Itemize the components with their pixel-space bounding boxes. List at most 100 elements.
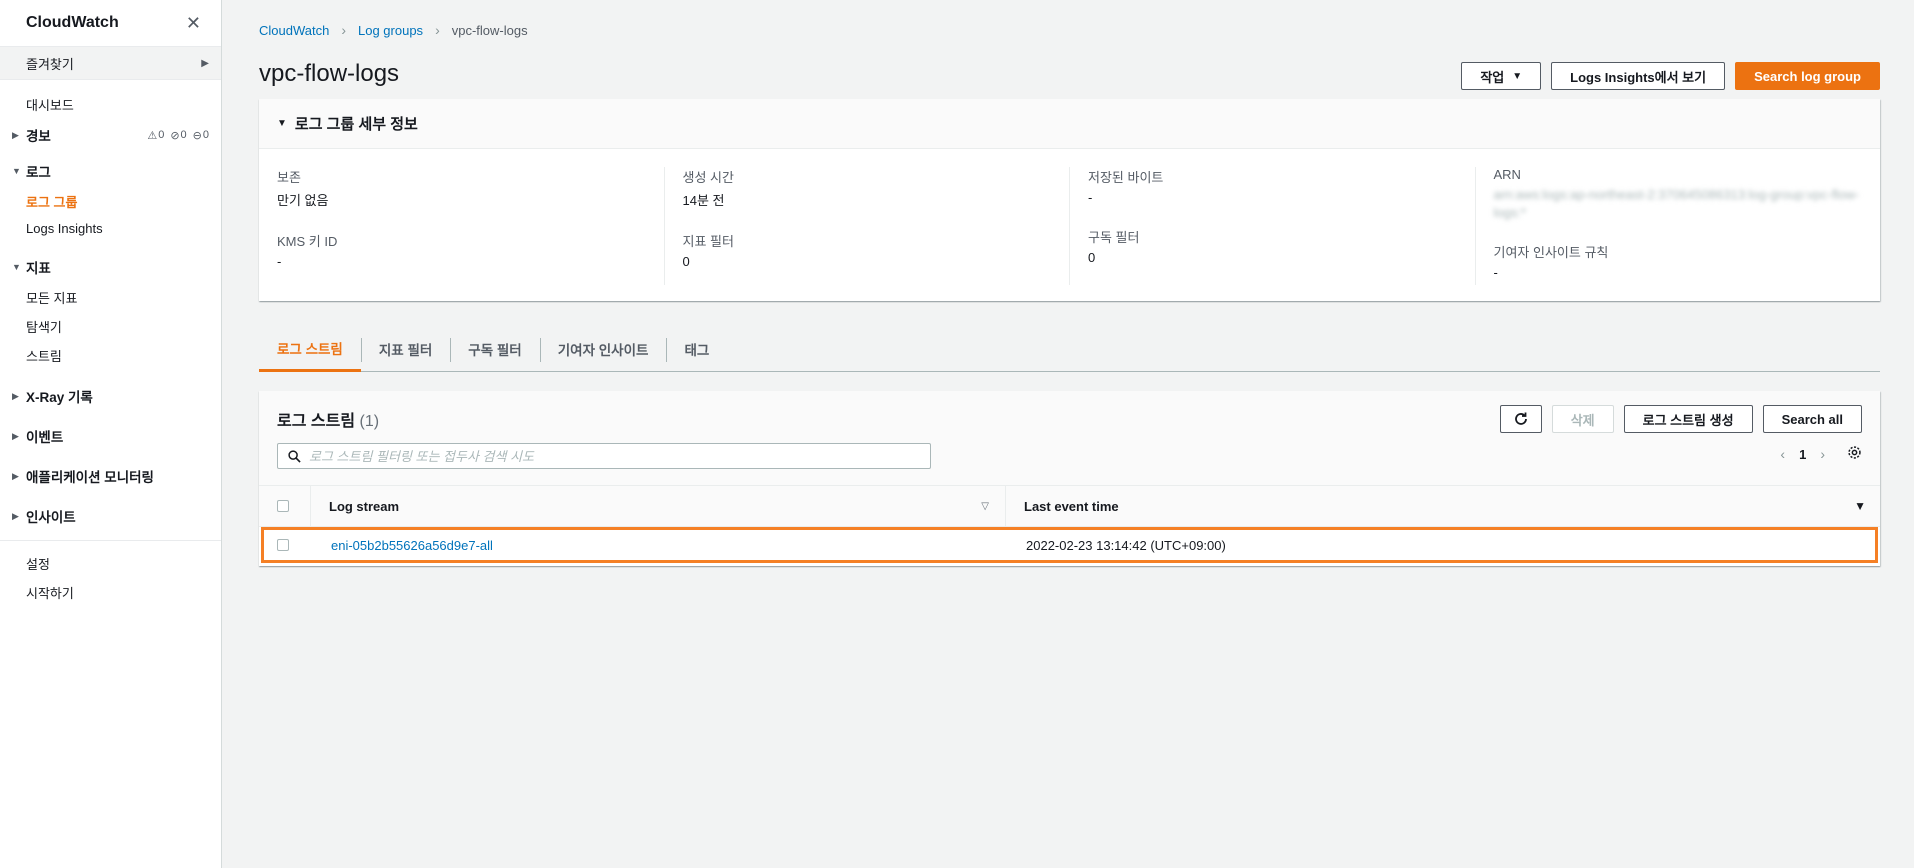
log-streams-title: 로그 스트림 (1) xyxy=(277,407,379,431)
sidebar-item-log-groups[interactable]: 로그 그룹 xyxy=(0,187,221,216)
sidebar-item-dashboard[interactable]: 대시보드 xyxy=(0,90,221,119)
tab-log-streams[interactable]: 로그 스트림 xyxy=(259,326,361,372)
chevron-right-icon: › xyxy=(435,22,440,38)
caret-right-icon: ▶ xyxy=(12,390,19,401)
alarm-count: 0 xyxy=(158,129,165,141)
search-all-button[interactable]: Search all xyxy=(1762,405,1862,433)
sidebar-item-explorer[interactable]: 탐색기 xyxy=(0,312,221,341)
details-header[interactable]: ▼ 로그 그룹 세부 정보 xyxy=(259,99,1880,149)
tab-subscription-filters[interactable]: 구독 필터 xyxy=(450,326,539,372)
arn-label: ARN xyxy=(1493,167,1521,182)
sidebar-section-label: 지표 xyxy=(26,261,51,276)
log-group-details-panel: ▼ 로그 그룹 세부 정보 보존 만기 없음 KMS 키 ID - 생성 시간 … xyxy=(259,99,1880,301)
alarm-ok-count: ⊘ 0 xyxy=(170,129,186,142)
details-grid: 보존 만기 없음 KMS 키 ID - 생성 시간 14분 전 지표 필터 0 … xyxy=(259,149,1880,285)
row-checkbox[interactable] xyxy=(277,539,289,551)
column-header-log-stream[interactable]: Log stream ▽ xyxy=(310,486,1005,526)
details-column: ARN arn:aws:logs:ap-northeast-2:37064508… xyxy=(1474,167,1881,285)
select-all-checkbox[interactable] xyxy=(277,500,289,512)
settings-gear-icon[interactable] xyxy=(1847,445,1862,463)
delete-button[interactable]: 삭제 xyxy=(1551,405,1614,433)
select-all-cell xyxy=(259,486,310,526)
log-streams-count: (1) xyxy=(359,413,380,430)
sidebar-section-label: 이벤트 xyxy=(26,430,64,445)
row-checkbox-cell xyxy=(264,539,313,551)
sidebar-favorites[interactable]: 즐겨찾기 ▶ xyxy=(0,46,221,80)
page-title: vpc-flow-logs xyxy=(259,60,400,87)
log-stream-cell: eni-05b2b55626a56d9e7-all xyxy=(313,538,1008,553)
favorites-label: 즐겨찾기 xyxy=(26,56,74,72)
log-streams-header: 로그 스트림 (1) 삭제 로그 스트림 생성 Search all ‹ 1 › xyxy=(259,391,1880,485)
chevron-left-icon[interactable]: ‹ xyxy=(1780,446,1785,462)
search-icon xyxy=(288,449,301,463)
log-streams-title-text: 로그 스트림 xyxy=(277,413,356,430)
sort-icon: ▽ xyxy=(981,500,989,512)
sidebar-section-app-monitoring[interactable]: ▶ 애플리케이션 모니터링 xyxy=(0,460,221,492)
sidebar-section-label: 로그 xyxy=(26,165,51,180)
kms-key-label: KMS 키 ID xyxy=(277,234,338,249)
minus-circle-icon: ⊖ xyxy=(192,129,202,142)
details-title: 로그 그룹 세부 정보 xyxy=(294,116,418,133)
alarm-insufficient-count: ⊖ 0 xyxy=(193,129,209,142)
tab-contributor-insights[interactable]: 기여자 인사이트 xyxy=(539,326,667,372)
gear-icon xyxy=(1848,446,1861,459)
caret-down-icon: ▼ xyxy=(1512,70,1523,82)
metric-filters-label: 지표 필터 xyxy=(682,234,734,249)
caret-down-icon: ▼ xyxy=(12,166,21,176)
sidebar-section-label: 인사이트 xyxy=(26,510,76,525)
alarm-status-counts: ⚠ 0 ⊘ 0 ⊖ 0 xyxy=(147,129,209,142)
sort-descending-icon: ▼ xyxy=(1854,499,1866,513)
kms-key-value: - xyxy=(277,254,282,269)
page-number[interactable]: 1 xyxy=(1799,447,1806,462)
refresh-icon xyxy=(1514,412,1527,425)
table-row[interactable]: eni-05b2b55626a56d9e7-all 2022-02-23 13:… xyxy=(261,527,1878,563)
actions-dropdown-button[interactable]: 작업 ▼ xyxy=(1461,62,1542,90)
sidebar-section-metrics[interactable]: ▼ 지표 xyxy=(0,251,221,283)
warning-icon: ⚠ xyxy=(147,129,158,142)
refresh-button[interactable] xyxy=(1499,405,1542,433)
breadcrumb-cloudwatch[interactable]: CloudWatch xyxy=(259,23,329,38)
subscription-filters-value: 0 xyxy=(1088,250,1096,265)
sidebar-section-events[interactable]: ▶ 이벤트 xyxy=(0,420,221,452)
log-stream-link[interactable]: eni-05b2b55626a56d9e7-all xyxy=(331,538,493,553)
sidebar-title: CloudWatch xyxy=(26,14,119,31)
sidebar-item-settings[interactable]: 설정 xyxy=(0,549,221,578)
breadcrumb: CloudWatch › Log groups › vpc-flow-logs xyxy=(259,22,528,38)
contributor-insights-label: 기여자 인사이트 규칙 xyxy=(1493,245,1609,260)
breadcrumb-log-groups[interactable]: Log groups xyxy=(358,23,423,38)
creation-time-value: 14분 전 xyxy=(682,193,725,208)
sidebar-item-logs-insights[interactable]: Logs Insights xyxy=(0,216,221,241)
caret-right-icon: ▶ xyxy=(12,510,19,521)
ok-count: 0 xyxy=(180,129,187,141)
caret-right-icon: ▶ xyxy=(12,430,19,441)
column-header-last-event-time[interactable]: Last event time ▼ xyxy=(1005,486,1880,526)
sidebar-item-all-metrics[interactable]: 모든 지표 xyxy=(0,283,221,312)
sidebar-section-logs[interactable]: ▼ 로그 xyxy=(0,155,221,187)
sidebar-divider xyxy=(0,540,221,541)
creation-time-label: 생성 시간 xyxy=(682,170,734,185)
subscription-filters-label: 구독 필터 xyxy=(1088,230,1140,245)
sidebar-item-streams[interactable]: 스트림 xyxy=(0,341,221,370)
search-log-group-button[interactable]: Search log group xyxy=(1735,62,1880,90)
sidebar-section-alarms[interactable]: ▶ 경보 ⚠ 0 ⊘ 0 ⊖ 0 xyxy=(0,119,221,151)
tab-tags[interactable]: 태그 xyxy=(666,326,727,372)
log-stream-search xyxy=(277,443,931,469)
close-icon[interactable]: ✕ xyxy=(186,13,201,34)
chevron-right-icon[interactable]: › xyxy=(1820,446,1825,462)
pagination: ‹ 1 › xyxy=(1780,445,1862,463)
log-stream-search-input[interactable] xyxy=(309,448,930,464)
sidebar-section-insights[interactable]: ▶ 인사이트 xyxy=(0,500,221,532)
stored-bytes-label: 저장된 바이트 xyxy=(1088,170,1164,185)
column-label: Last event time xyxy=(1024,498,1119,514)
sidebar-section-label: X-Ray 기록 xyxy=(26,390,93,405)
table-header: Log stream ▽ Last event time ▼ xyxy=(259,485,1880,527)
sidebar-section-xray[interactable]: ▶ X-Ray 기록 xyxy=(0,380,221,412)
view-in-logs-insights-button[interactable]: Logs Insights에서 보기 xyxy=(1551,62,1726,90)
create-log-stream-button[interactable]: 로그 스트림 생성 xyxy=(1623,405,1753,433)
alarm-warning-count: ⚠ 0 xyxy=(147,129,164,142)
tab-metric-filters[interactable]: 지표 필터 xyxy=(360,326,450,372)
check-circle-icon: ⊘ xyxy=(170,129,180,142)
sidebar: CloudWatch ✕ 즐겨찾기 ▶ 대시보드 ▶ 경보 ⚠ 0 ⊘ 0 ⊖ 0 ▼… xyxy=(0,0,222,868)
details-column: 보존 만기 없음 KMS 키 ID - xyxy=(259,167,664,285)
sidebar-item-getting-started[interactable]: 시작하기 xyxy=(0,578,221,607)
